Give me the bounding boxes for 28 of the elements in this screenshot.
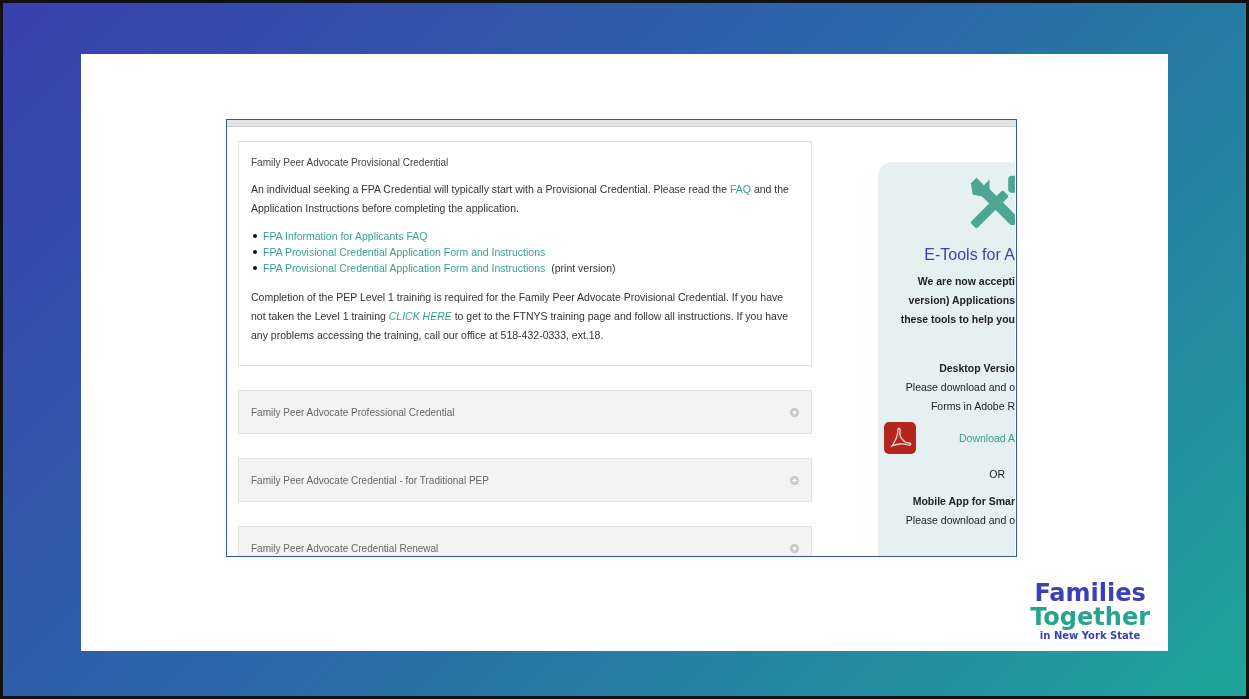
panel-heading: E-Tools for A	[924, 246, 1015, 264]
panel-text: Please download and o	[905, 513, 1015, 528]
mobile-app-heading: Mobile App for Smar	[912, 494, 1015, 509]
link-note: (print version)	[551, 261, 616, 276]
desktop-version-heading: Desktop Versio	[939, 361, 1015, 376]
document-link[interactable]: FPA Information for Applicants FAQ	[263, 228, 428, 244]
pdf-icon	[884, 422, 916, 454]
accordion-header[interactable]: Family Peer Advocate Professional Credential	[238, 390, 812, 434]
section-title: Family Peer Advocate Provisional Credential	[251, 157, 450, 168]
accordion-header[interactable]: Family Peer Advocate Credential - for Traditional PEP	[238, 458, 812, 502]
panel-text: version) Applications	[908, 293, 1015, 308]
panel-text: Forms in Adobe R	[930, 399, 1015, 414]
plus-circle-icon	[790, 543, 799, 553]
separator-text: OR	[989, 468, 1006, 480]
plus-circle-icon	[790, 475, 799, 485]
training-paragraph: Completion of the PEP Level 1 training is required for the Family Peer Advocate Provisional Credential. If you have not taken the Level 1 training CLICK HERE to get to the FTNYS training page and follow all instructions. If you have any problems accessing the training, call our office at 518-432-0333, ext.18.	[251, 290, 789, 343]
faq-link[interactable]: FAQ	[729, 183, 751, 195]
panel-text: these tools to help you	[900, 312, 1015, 327]
download-link[interactable]: Download A	[958, 432, 1015, 444]
intro-paragraph: An individual seeking a FPA Credential will typically start with a Provisional Credential. Please read the FAQ and the Application Instructions before completing the application.	[251, 182, 790, 216]
document-link[interactable]: FPA Provisional Credential Application Form and Instructions	[263, 244, 546, 260]
panel-text: Please download and o	[905, 380, 1015, 395]
accordion-header[interactable]: Family Peer Advocate Credential Renewal	[238, 526, 812, 556]
document-link[interactable]: FPA Provisional Credential Application Form and Instructions	[263, 260, 546, 276]
plus-circle-icon	[790, 407, 799, 417]
click-here-link[interactable]: CLICK HERE	[388, 310, 452, 322]
families-together-logo: Families Together in New York State	[1030, 581, 1150, 641]
panel-text: We are now accepti	[917, 274, 1015, 289]
